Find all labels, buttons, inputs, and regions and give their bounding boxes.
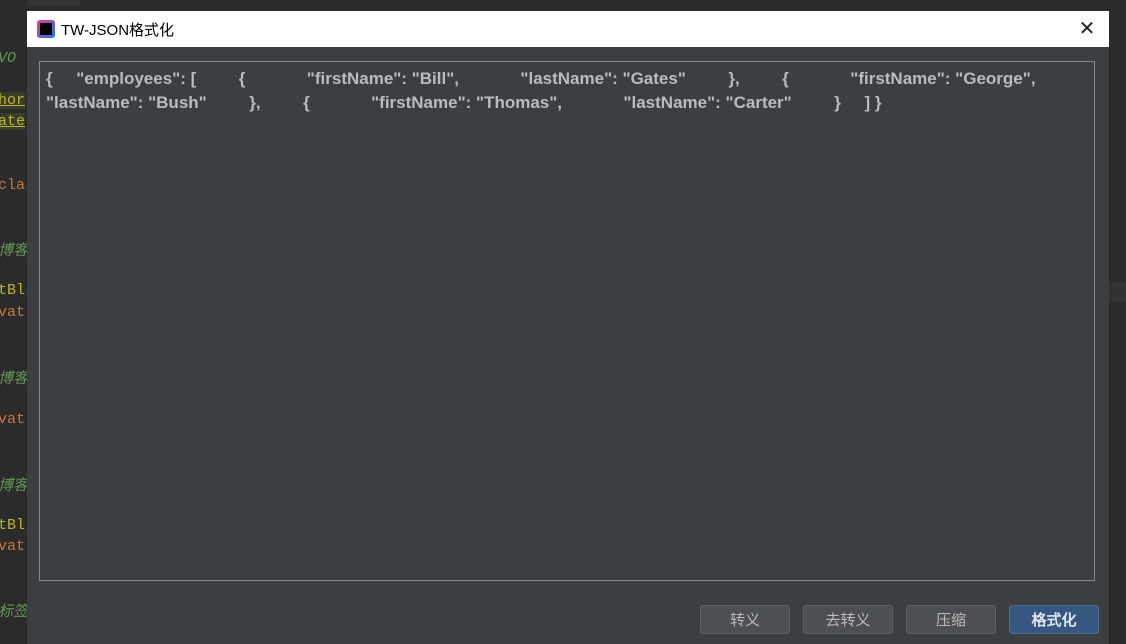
background-code-fragment: tBl	[0, 517, 26, 534]
background-code-fragment: vat	[0, 304, 26, 321]
unescape-button[interactable]: 去转义	[803, 605, 893, 634]
background-ide-right	[1109, 0, 1126, 644]
background-code-fragment: cla	[0, 177, 26, 194]
background-code-fragment: vat	[0, 538, 26, 555]
dialog-title: TW-JSON格式化	[61, 21, 175, 39]
background-code-fragment: 标签	[0, 604, 27, 621]
background-code-fragment: tBl	[0, 282, 26, 299]
json-input[interactable]: { "employees": [ { "firstName": "Bill", …	[46, 67, 1088, 115]
background-code-fragment: vat	[0, 411, 26, 428]
compress-button[interactable]: 压缩	[906, 605, 996, 634]
escape-button[interactable]: 转义	[700, 605, 790, 634]
background-highlight-line	[1109, 282, 1126, 302]
json-editor[interactable]: { "employees": [ { "firstName": "Bill", …	[39, 61, 1095, 581]
dialog-title-bar[interactable]: TW-JSON格式化 ✕	[27, 11, 1109, 47]
background-code-fragment: 博客	[0, 478, 27, 495]
close-icon[interactable]: ✕	[1075, 17, 1099, 41]
format-button[interactable]: 格式化	[1009, 605, 1099, 634]
background-code-editor: VO hor ate cla 博客 tBl vat 博客 vat 博客 tBl vat 标签	[0, 0, 27, 644]
action-buttons: 转义 去转义 压缩 格式化	[700, 605, 1099, 634]
background-code-fragment: 博客	[0, 371, 27, 388]
background-code-fragment: VO	[0, 50, 17, 67]
background-code-fragment: 博客	[0, 243, 27, 260]
intellij-idea-icon	[37, 20, 55, 38]
json-format-dialog: TW-JSON格式化 ✕ { "employees": [ { "firstNa…	[27, 11, 1109, 644]
background-code-fragment: hor	[0, 92, 26, 109]
background-code-fragment: ate	[0, 113, 26, 130]
